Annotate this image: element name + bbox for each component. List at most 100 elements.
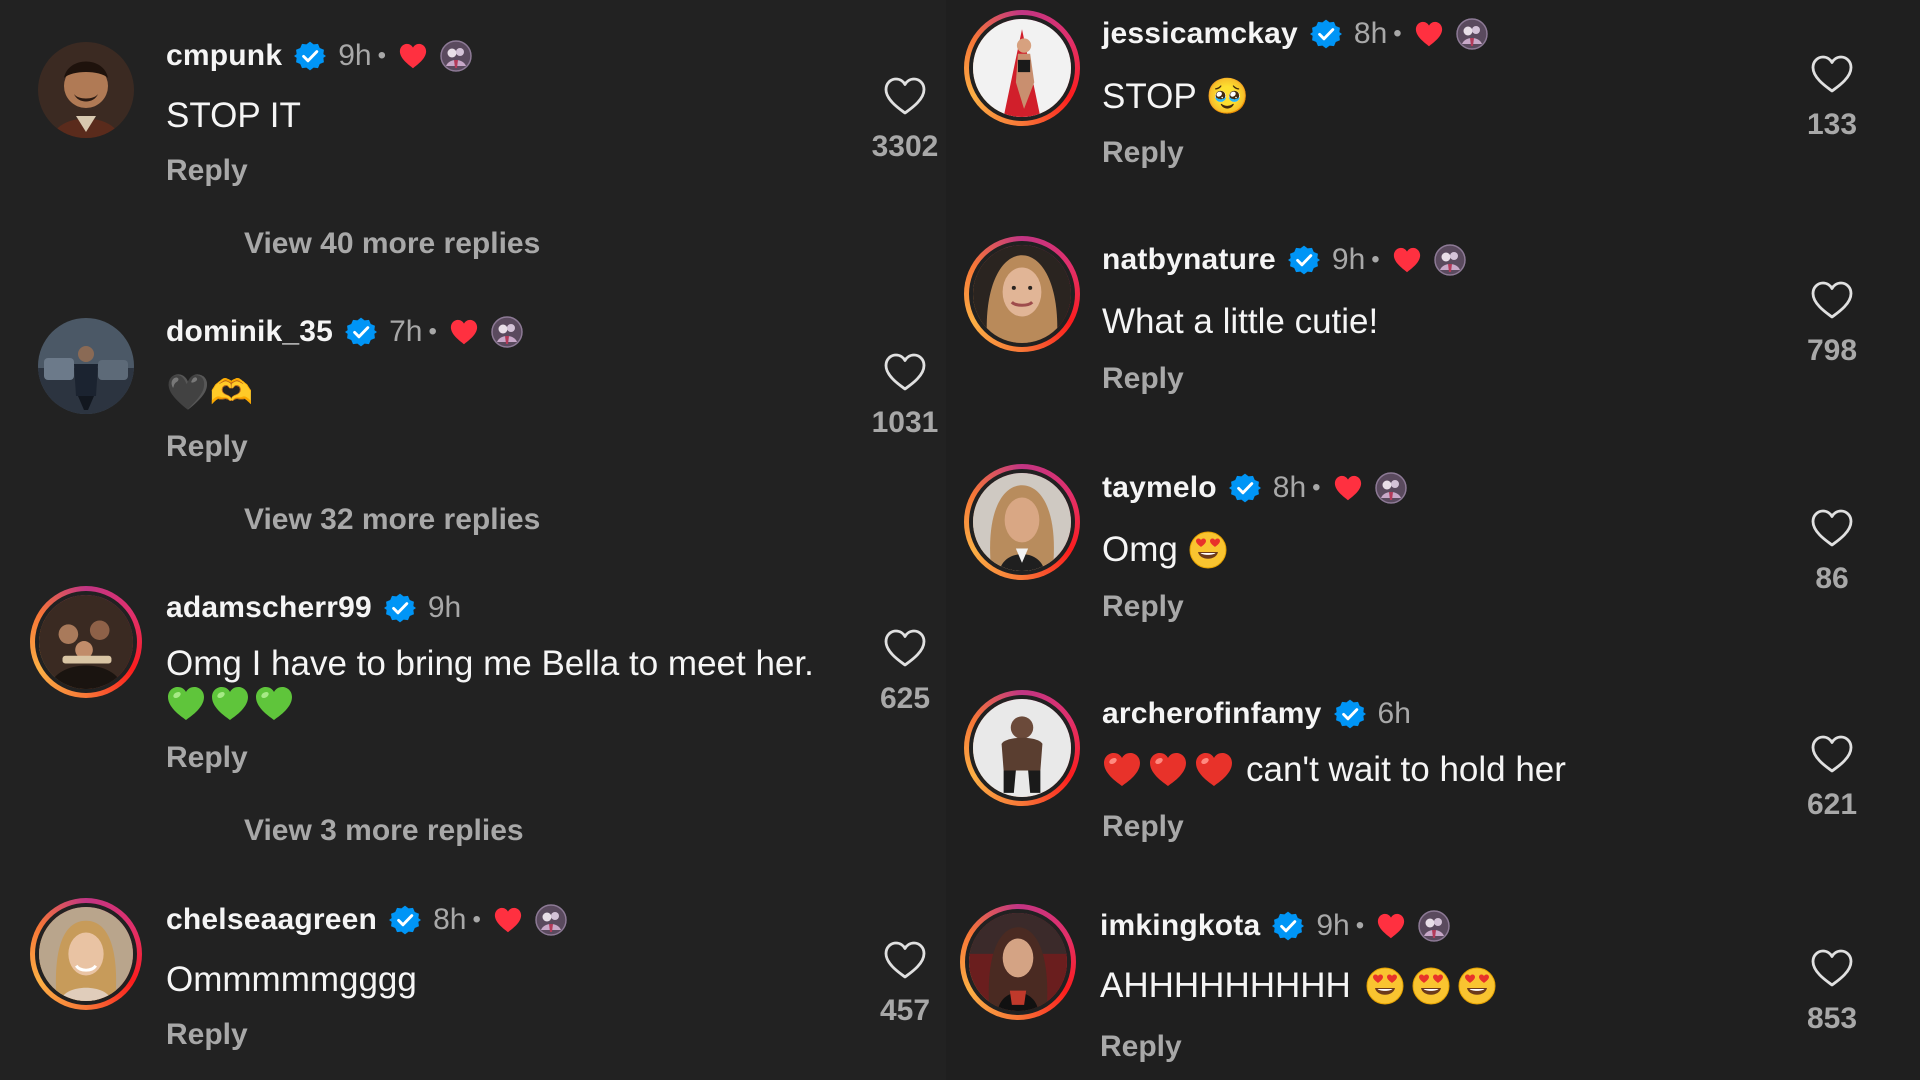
heart-outline-icon[interactable] [883,76,927,116]
like-count: 798 [1806,334,1858,367]
comment-text: Ommmmmgggg [166,960,417,999]
reply-button[interactable]: Reply [1102,136,1184,170]
like-area: 798 [1772,280,1892,368]
right-comment-column: jessicamckay 8h • STOP 🥹 Reply 133 natby… [946,0,1920,1080]
creator-avatar-icon [491,316,523,348]
verified-badge-icon [345,316,377,348]
reply-button[interactable]: Reply [166,154,248,188]
view-more-replies-button[interactable]: View 40 more replies [244,227,540,261]
comment-text: Omg [1102,530,1178,569]
timestamp: 9h [1331,243,1366,276]
creator-avatar-icon [440,40,472,72]
like-count: 86 [1815,562,1849,595]
avatar[interactable] [960,904,1076,1020]
comment-meta: dominik_35 7h • [166,312,523,352]
heart-outline-icon[interactable] [883,628,927,668]
timestamp: 8h [1353,17,1388,50]
heart-outline-icon[interactable] [1810,734,1854,774]
like-area: 621 [1772,734,1892,822]
comment-text-row: Omg [1102,530,1228,570]
heart-outline-icon[interactable] [1810,280,1854,320]
comment-text: STOP IT [166,96,301,135]
reply-button[interactable]: Reply [166,741,248,775]
red-heart-icon [1392,245,1422,275]
username[interactable]: natbynature [1102,243,1276,277]
separator-dot: • [377,42,387,69]
avatar[interactable] [964,690,1080,806]
timestamp: 8h [433,903,467,936]
username[interactable]: imkingkota [1100,909,1260,943]
comment-text-row: can't wait to hold her [1102,750,1566,790]
like-area: 133 [1772,54,1892,142]
heart-eyes-emoji-icon [1365,966,1405,1006]
separator-dot: • [1312,474,1321,501]
red-heart-icon [1333,473,1363,503]
username[interactable]: taymelo [1102,471,1217,505]
like-area: 853 [1772,948,1892,1036]
heart-eyes-emoji-icon [1457,966,1497,1006]
avatar[interactable] [38,318,134,414]
separator-dot: • [1393,20,1402,47]
verified-badge-icon [294,40,326,72]
view-more-replies-button[interactable]: View 3 more replies [244,814,524,848]
avatar[interactable] [964,10,1080,126]
heart-outline-icon[interactable] [1810,54,1854,94]
verified-badge-icon [384,592,416,624]
comment-meta: jessicamckay 8h • [1102,14,1488,54]
reply-button[interactable]: Reply [166,430,248,464]
reply-button[interactable]: Reply [1100,1030,1182,1064]
reply-button[interactable]: Reply [1102,590,1184,624]
username[interactable]: jessicamckay [1102,17,1298,51]
reply-button[interactable]: Reply [1102,362,1184,396]
heart-outline-icon[interactable] [1810,508,1854,548]
comment-text: STOP 🥹 [1102,77,1250,116]
creator-avatar-icon [1375,472,1407,504]
verified-badge-icon [1310,18,1342,50]
separator-dot: • [1355,912,1365,939]
username[interactable]: cmpunk [166,39,282,73]
avatar[interactable] [964,236,1080,352]
view-more-replies-button[interactable]: View 32 more replies [244,503,540,537]
verified-badge-icon [1334,698,1366,730]
heart-outline-icon[interactable] [883,940,927,980]
verified-badge-icon [1229,472,1261,504]
red-heart-icon [493,905,523,935]
reply-button[interactable]: Reply [166,1018,248,1052]
green-heart-icon [210,684,250,724]
green-heart-icon [166,684,206,724]
username[interactable]: chelseaagreen [166,903,377,937]
timestamp: 6h [1377,697,1411,730]
heart-eyes-emoji-icon [1188,530,1228,570]
like-count: 133 [1806,108,1858,141]
verified-badge-icon [1272,910,1304,942]
username[interactable]: adamscherr99 [166,591,372,625]
comment-meta: taymelo 8h • [1102,468,1407,508]
like-area: 86 [1772,508,1892,596]
timestamp: 9h [338,39,372,72]
heart-outline-icon[interactable] [883,352,927,392]
comment-emoji-row [166,684,294,724]
red-heart-icon [1376,911,1406,941]
like-count: 621 [1806,788,1858,821]
avatar[interactable] [30,586,142,698]
comment-meta: imkingkota 9h • [1100,906,1450,946]
heart-eyes-emoji-icon [1411,966,1451,1006]
comment-text: can't wait to hold her [1246,750,1566,789]
reply-button[interactable]: Reply [1102,810,1184,844]
like-count: 853 [1806,1002,1858,1035]
comment-meta: adamscherr99 9h [166,588,461,628]
username[interactable]: dominik_35 [166,315,333,349]
timestamp: 8h [1272,471,1307,504]
avatar[interactable] [38,42,134,138]
comment-meta: natbynature 9h • [1102,240,1466,280]
left-comment-column: cmpunk 9h • STOP IT Reply View 40 more r… [0,0,946,1080]
red-heart-icon [1414,19,1444,49]
heart-outline-icon[interactable] [1810,948,1854,988]
avatar[interactable] [30,898,142,1010]
separator-dot: • [428,318,437,345]
username[interactable]: archerofinfamy [1102,697,1322,731]
timestamp: 9h [427,591,462,624]
creator-avatar-icon [1456,18,1488,50]
avatar[interactable] [964,464,1080,580]
red-heart-icon [398,41,428,71]
